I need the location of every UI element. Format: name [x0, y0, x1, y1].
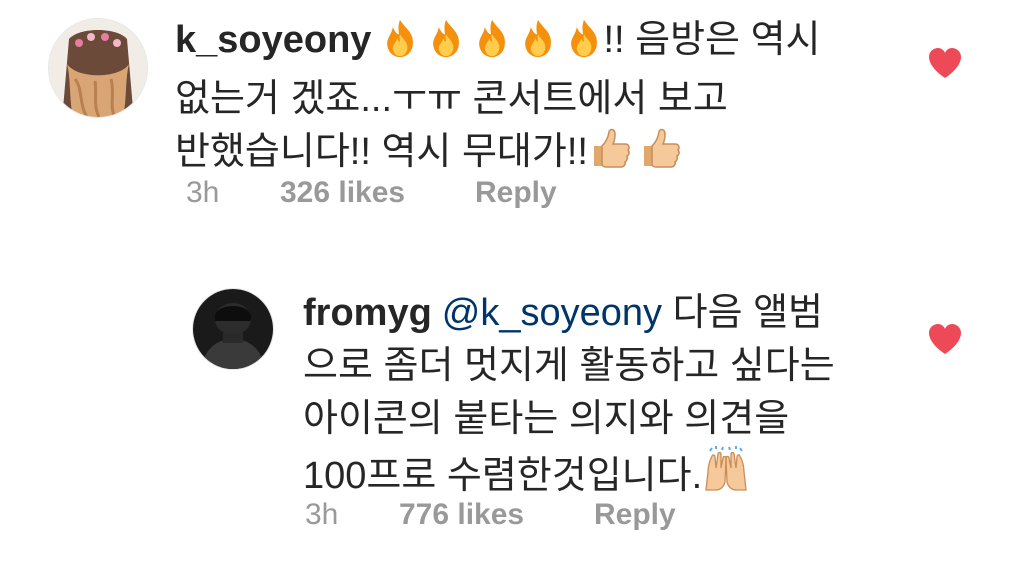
comment-line-text: 100프로 수렴한것입니다. — [303, 455, 703, 497]
comment-line-text: !! 음방은 역시 — [603, 19, 821, 61]
username[interactable]: k_soyeony — [175, 19, 371, 61]
comment-meta: 3h 776 likes Reply — [305, 498, 676, 532]
heart-icon[interactable] — [927, 47, 963, 84]
reply-button[interactable]: Reply — [594, 498, 676, 532]
fire-icon — [427, 18, 465, 73]
comment-line: fromyg @k_soyeony 다음 앨범 — [303, 287, 923, 340]
comment-line: 아이콘의 붙타는 의지와 의견을 — [303, 398, 790, 440]
likes-count[interactable]: 326 likes — [280, 176, 475, 210]
comment-line-text: 다음 앨범 — [672, 292, 824, 334]
heart-icon[interactable] — [927, 323, 963, 360]
comment-meta: 3h 326 likes Reply — [186, 176, 557, 210]
comment-text: k_soyeony!! 음방은 역시 없는거 겠죠...ㅜㅠ 콘서트에서 보고 … — [175, 14, 895, 185]
comment-line: 으로 좀더 멋지게 활동하고 싶다는 — [303, 345, 835, 387]
likes-count[interactable]: 776 likes — [399, 498, 594, 532]
timestamp: 3h — [305, 498, 339, 531]
comment-text: fromyg @k_soyeony 다음 앨범 으로 좀더 멋지게 활동하고 싶다… — [303, 287, 923, 509]
avatar[interactable] — [192, 288, 274, 370]
fire-icon — [473, 18, 511, 73]
fire-icon — [565, 18, 603, 73]
comment-line-text: 반했습니다!! 역시 무대가!! — [175, 131, 588, 173]
mention-link[interactable]: @k_soyeony — [442, 292, 662, 334]
raised-hands-icon — [702, 446, 750, 509]
comment-line: 없는거 겠죠...ㅜㅠ 콘서트에서 보고 — [175, 78, 728, 120]
thumbs-up-icon — [638, 126, 682, 185]
avatar[interactable] — [48, 18, 148, 118]
timestamp: 3h — [186, 176, 220, 209]
thumbs-up-icon — [588, 126, 632, 185]
username[interactable]: fromyg — [303, 292, 432, 334]
fire-icon — [519, 18, 557, 73]
fire-icon — [381, 18, 419, 73]
comment-line: k_soyeony !! 음방은 역시 — [175, 14, 895, 73]
reply-button[interactable]: Reply — [475, 176, 557, 210]
